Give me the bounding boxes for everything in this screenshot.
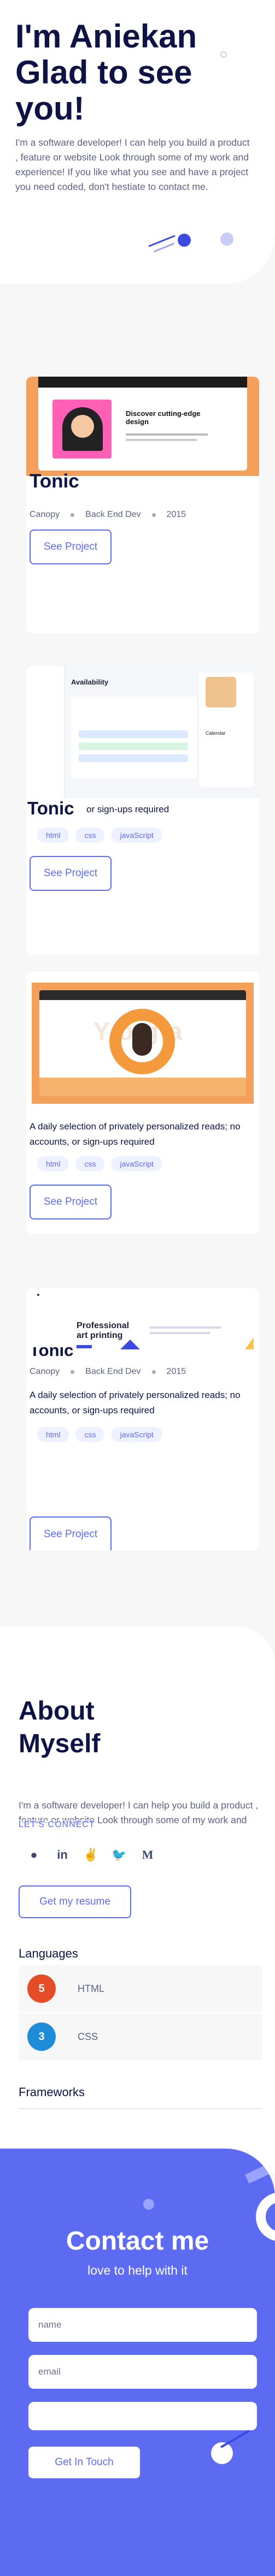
screenshot-heading: Professional art printing — [77, 1321, 130, 1340]
screenshot-side-heading: Calendar — [206, 730, 226, 736]
see-project-button[interactable]: See Project — [30, 530, 112, 564]
project-description: A daily selection of privately personali… — [30, 1121, 241, 1147]
project-card: Discover cutting-edge design Tonic Canop… — [26, 377, 259, 633]
frameworks-heading: Frameworks — [19, 2085, 85, 2099]
screenshot-heading: Availability — [71, 678, 109, 686]
decor-dot — [220, 233, 233, 246]
project-screenshot: Yoga — [32, 983, 254, 1104]
meta-separator — [71, 1370, 75, 1374]
tag-list: html css javaScript — [37, 1427, 162, 1442]
linkedin-icon[interactable]: in — [48, 1848, 77, 1862]
get-resume-button[interactable]: Get my resume — [19, 1885, 131, 1918]
project-meta: Canopy Back End Dev 2015 — [30, 1367, 186, 1377]
about-title: About Myself — [19, 1695, 183, 1760]
tag: html — [37, 1427, 69, 1442]
meta-separator — [151, 513, 156, 517]
email-input[interactable] — [28, 2355, 257, 2389]
contact-title: Contact me — [0, 2226, 275, 2256]
tag: javaScript — [111, 1156, 162, 1171]
get-in-touch-button[interactable]: Get In Touch — [28, 2447, 140, 2478]
github-icon[interactable]: ● — [20, 1848, 48, 1862]
see-project-button[interactable]: See Project — [30, 1185, 112, 1219]
tag: css — [75, 1156, 105, 1171]
project-client: Canopy — [30, 1367, 60, 1376]
project-card: Availability Calendar Tonic or sign-ups … — [26, 666, 259, 955]
project-screenshot: Discover cutting-edge design — [26, 377, 259, 476]
twitter-icon[interactable]: 🐦 — [105, 1848, 133, 1862]
lets-connect-label: LET'S CONNECT — [19, 1820, 95, 1830]
project-role: Back End Dev — [85, 510, 141, 519]
decor-dot — [143, 2199, 154, 2210]
language-item: 3 CSS — [19, 2013, 262, 2060]
project-card: Yoga A daily selection of privately pers… — [26, 972, 259, 1234]
project-year: 2015 — [166, 1367, 186, 1376]
project-description: A daily selection of privately personali… — [30, 1390, 241, 1415]
tag: css — [75, 828, 105, 843]
decor-dash — [153, 242, 175, 253]
project-client: Canopy — [30, 510, 60, 519]
hero-title: I'm Aniekan Glad to see you! — [15, 18, 197, 127]
see-project-button[interactable]: See Project — [30, 856, 112, 891]
hero-section: I'm Aniekan Glad to see you! I'm a softw… — [0, 0, 275, 284]
see-project-button[interactable]: See Project — [30, 1516, 112, 1550]
tag: javaScript — [111, 1427, 162, 1442]
tag: css — [75, 1427, 105, 1442]
project-screenshot: Professional art printing — [37, 1294, 256, 1355]
frameworks-divider — [19, 2108, 262, 2109]
name-input[interactable] — [28, 2308, 257, 2342]
meta-separator — [71, 513, 75, 517]
screenshot-heading: Discover cutting-edge design — [126, 409, 201, 426]
language-name: HTML — [78, 1983, 104, 1994]
project-role: Back End Dev — [85, 1367, 141, 1376]
hero-intro: I'm a software developer! I can help you… — [15, 137, 250, 192]
social-links: ● in ✌ 🐦 M — [20, 1848, 162, 1862]
project-screenshot: Availability Calendar — [35, 666, 259, 798]
tag: html — [37, 828, 69, 843]
language-name: CSS — [78, 2031, 98, 2042]
tag-list: html css javaScript — [37, 828, 162, 843]
tag: html — [37, 1156, 69, 1171]
angellist-icon[interactable]: ✌ — [77, 1848, 105, 1862]
contact-title-text: Contact me — [66, 2227, 209, 2256]
html5-icon: 5 — [27, 1974, 56, 2003]
project-subtitle-fragment: or sign-ups required — [86, 804, 169, 814]
meta-separator — [151, 1370, 156, 1374]
tag-list: html css javaScript — [37, 1156, 162, 1171]
message-input[interactable] — [28, 2402, 257, 2430]
project-title: Tonic — [27, 798, 74, 818]
about-title-text: About Myself — [19, 1697, 101, 1758]
medium-icon[interactable]: M — [133, 1848, 162, 1862]
decor-bar — [220, 2430, 250, 2448]
languages-heading: Languages — [19, 1947, 78, 1960]
language-item: 5 HTML — [19, 1965, 262, 2012]
css3-icon: 3 — [27, 2022, 56, 2051]
project-card: Professional art printing Tonic Canopy B… — [26, 1288, 259, 1550]
tag: javaScript — [111, 828, 162, 843]
project-title: Tonic — [30, 471, 79, 492]
decor-dot — [178, 234, 191, 247]
project-year: 2015 — [166, 510, 186, 519]
contact-subtitle: love to help with it — [87, 2263, 188, 2277]
project-meta: Canopy Back End Dev 2015 — [30, 510, 186, 520]
decor-dot — [220, 51, 227, 58]
